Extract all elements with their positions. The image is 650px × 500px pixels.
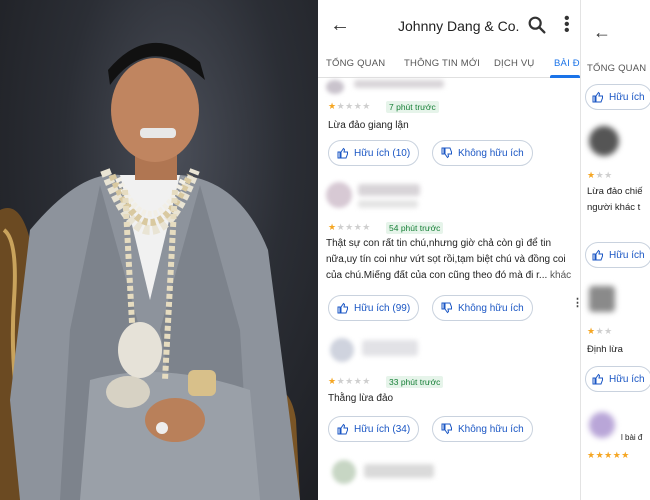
- helpful-button[interactable]: Hữu ích: [585, 242, 650, 268]
- search-icon[interactable]: [526, 14, 548, 36]
- more-vert-icon[interactable]: ⋮: [572, 296, 580, 309]
- tab-services[interactable]: DỊCH VỤ: [494, 58, 534, 69]
- star-rating: ★★★★★: [328, 376, 371, 386]
- read-more-link[interactable]: khác: [550, 270, 571, 281]
- thumbs-up-icon: [592, 91, 603, 103]
- thumbs-up-icon: [337, 423, 348, 435]
- not-helpful-button[interactable]: Không hữu ích: [432, 140, 533, 166]
- helpful-button[interactable]: Hữu ích (99): [328, 295, 420, 321]
- reviewer-avatar: [330, 338, 354, 362]
- review-body: Thật sự con rất tin chú,nhưng giờ chả cò…: [326, 238, 566, 281]
- reviewer-avatar: [332, 460, 356, 484]
- not-helpful-button[interactable]: Không hữu ích: [432, 416, 533, 442]
- helpful-label: Hữu ích (99): [354, 302, 411, 314]
- reviewer-avatar: [326, 182, 352, 208]
- helpful-label: Hữu ích (10): [354, 147, 411, 159]
- helpful-label: Hữu ích (34): [354, 423, 411, 435]
- tab-overview[interactable]: TỔNG QUAN: [587, 63, 646, 74]
- active-tab-indicator: [550, 75, 580, 78]
- reviewer-avatar: [589, 126, 619, 156]
- reviewer-meta: l bài đ: [621, 433, 643, 442]
- review-text: Thật sự con rất tin chú,nhưng giờ chả cò…: [326, 236, 574, 284]
- review-text: Lừa đảo chiế: [587, 186, 643, 197]
- review-text: Thằng lừa đảo: [328, 393, 394, 404]
- thumbs-up-icon: [592, 249, 603, 261]
- star-rating: ★★★: [587, 326, 613, 336]
- helpful-button[interactable]: Hữu ích: [585, 84, 650, 110]
- tab-news[interactable]: THÔNG TIN MỚI: [404, 58, 480, 69]
- review-time: 54 phút trước: [386, 222, 444, 234]
- not-helpful-label: Không hữu ích: [458, 302, 524, 314]
- review-text: Lừa đảo giang lận: [328, 120, 409, 131]
- helpful-label: Hữu ích: [609, 373, 645, 385]
- reviews-screen-secondary: ← TỔNG QUAN Hữu ích ★★★ Lừa đảo chiế ngư…: [580, 0, 650, 500]
- app-bar: ← Johnny Dang & Co. • • •: [318, 0, 580, 52]
- tab-posts[interactable]: BÀI ĐĂ: [554, 58, 580, 69]
- thumbs-down-icon: [441, 302, 452, 314]
- more-vert-icon[interactable]: • • •: [564, 11, 570, 39]
- reviewer-name: [358, 184, 420, 196]
- star-rating: ★★★★★: [328, 222, 371, 232]
- not-helpful-label: Không hữu ích: [458, 147, 524, 159]
- star-rating: ★★★★★: [328, 101, 371, 111]
- thumbs-up-icon: [337, 147, 348, 159]
- reviewer-avatar: [589, 412, 615, 438]
- reviewer-avatar: [589, 286, 615, 312]
- helpful-label: Hữu ích: [609, 249, 645, 261]
- reviewer-name: [364, 464, 434, 478]
- arrow-left-icon[interactable]: ←: [330, 14, 350, 37]
- reviews-screen: ← Johnny Dang & Co. • • • TỔNG QUAN THÔNG …: [318, 0, 580, 500]
- reviewer-name: [354, 80, 444, 88]
- helpful-label: Hữu ích: [609, 91, 645, 103]
- review-text: Định lừa: [587, 344, 623, 355]
- thumbs-down-icon: [441, 423, 452, 435]
- review-text: người khác t: [587, 202, 641, 213]
- star-rating: ★★★: [587, 170, 613, 180]
- thumbs-down-icon: [441, 147, 452, 159]
- star-rating: ★★★★★: [587, 450, 630, 460]
- page-title: Johnny Dang & Co.: [398, 18, 520, 34]
- not-helpful-button[interactable]: Không hữu ích: [432, 295, 533, 321]
- arrow-left-icon[interactable]: ←: [593, 22, 611, 43]
- tab-overview[interactable]: TỔNG QUAN: [326, 58, 385, 69]
- portrait-photo: [0, 0, 318, 500]
- review-time: 33 phút trước: [386, 376, 444, 388]
- not-helpful-label: Không hữu ích: [458, 423, 524, 435]
- thumbs-up-icon: [337, 302, 348, 314]
- helpful-button[interactable]: Hữu ích: [585, 366, 650, 392]
- helpful-button[interactable]: Hữu ích (34): [328, 416, 420, 442]
- tab-bar: TỔNG QUAN THÔNG TIN MỚI DỊCH VỤ BÀI ĐĂ: [318, 52, 580, 78]
- thumbs-up-icon: [592, 373, 603, 385]
- reviewer-avatar: [326, 80, 344, 94]
- review-time: 7 phút trước: [386, 101, 439, 113]
- reviewer-meta: [358, 200, 418, 208]
- reviewer-name: [362, 340, 418, 356]
- helpful-button[interactable]: Hữu ích (10): [328, 140, 420, 166]
